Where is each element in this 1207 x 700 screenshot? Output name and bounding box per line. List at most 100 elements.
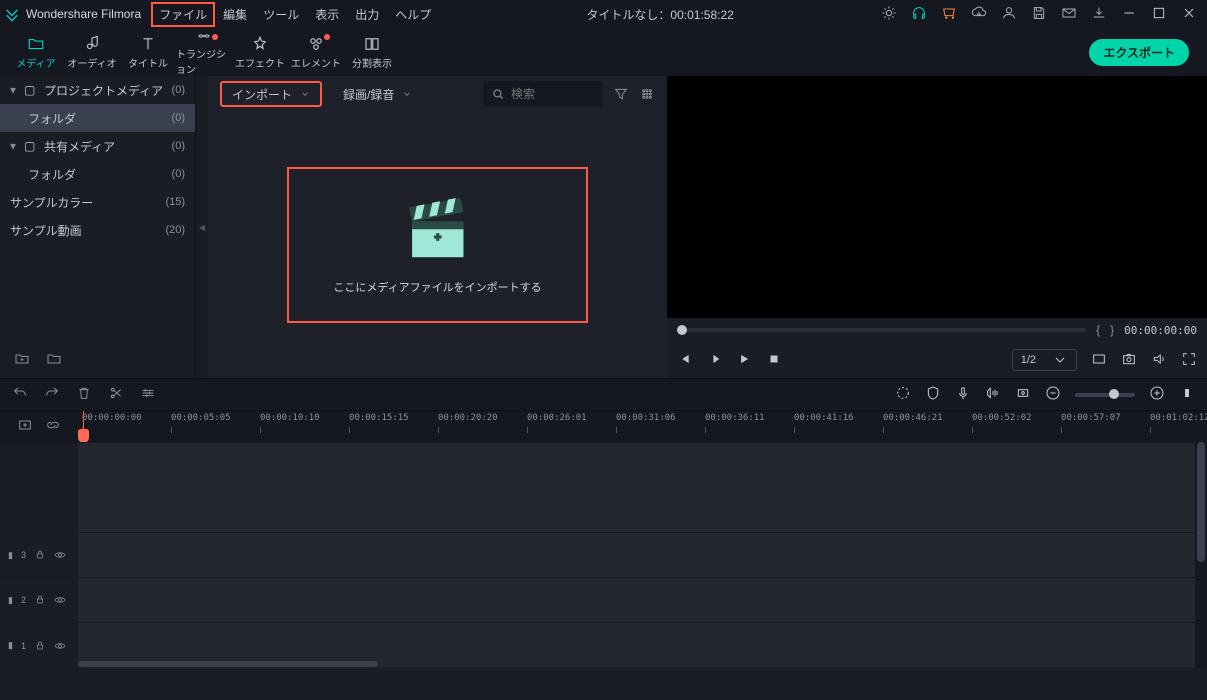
sidebar-folder-2[interactable]: フォルダ(0) — [0, 160, 195, 188]
timeline-vscroll[interactable] — [1195, 442, 1207, 668]
play-button[interactable] — [737, 352, 751, 369]
ruler-tick: 00:00:05:05 — [171, 413, 231, 423]
preview-quality-icon[interactable] — [1091, 351, 1107, 370]
snapshot-icon[interactable] — [1121, 351, 1137, 370]
timeline-toolbar — [0, 378, 1207, 410]
preview-timecode: 00:00:00:00 — [1124, 324, 1197, 337]
split-button[interactable] — [108, 385, 124, 404]
ruler-tick: 00:00:15:15 — [349, 413, 409, 423]
sidebar-shared-media[interactable]: ▾▢共有メディア(0) — [0, 132, 195, 160]
menu-view[interactable]: 表示 — [307, 2, 347, 27]
menu-file[interactable]: ファイル — [151, 2, 215, 27]
track-head-2[interactable]: ▮2 — [0, 577, 78, 622]
ruler-tick: 00:00:31:06 — [616, 413, 676, 423]
undo-button[interactable] — [12, 385, 28, 404]
play-pause-button[interactable] — [707, 352, 721, 369]
render-icon[interactable] — [895, 385, 911, 404]
new-folder-icon[interactable] — [14, 351, 30, 370]
track-head-1[interactable]: ▮1 — [0, 623, 78, 668]
app-name: Wondershare Filmora — [26, 7, 141, 21]
tab-title[interactable]: タイトル — [120, 28, 176, 76]
download-icon[interactable] — [1091, 5, 1107, 24]
settings-icon[interactable] — [140, 385, 156, 404]
cart-icon[interactable] — [941, 5, 957, 24]
audio-mixer-icon[interactable] — [985, 385, 1001, 404]
preview-scrub-track[interactable] — [677, 328, 1086, 332]
track-head-3[interactable]: ▮3 — [0, 532, 78, 577]
ruler-tick: 00:00:20:20 — [438, 413, 498, 423]
delete-button[interactable] — [76, 385, 92, 404]
user-icon[interactable] — [1001, 5, 1017, 24]
zoom-in-icon[interactable] — [1149, 385, 1165, 404]
window-minimize-icon[interactable] — [1121, 5, 1137, 24]
preview-panel: { } 00:00:00:00 1/2 — [667, 76, 1207, 378]
marker-shield-icon[interactable] — [925, 385, 941, 404]
headphones-icon[interactable] — [911, 5, 927, 24]
mark-in-button[interactable]: { — [1096, 323, 1100, 337]
menu-tool[interactable]: ツール — [255, 2, 307, 27]
menu-output[interactable]: 出力 — [347, 2, 387, 27]
ruler-tick: 00:00:52:02 — [972, 413, 1032, 423]
timeline-header: 00:00:00:0000:00:05:0500:00:10:1000:00:1… — [0, 410, 1207, 442]
timeline-zoom-slider[interactable] — [1075, 393, 1135, 397]
timeline-hscroll[interactable] — [78, 660, 1195, 668]
filter-icon[interactable] — [613, 86, 629, 102]
window-maximize-icon[interactable] — [1151, 5, 1167, 24]
menu-edit[interactable]: 編集 — [215, 2, 255, 27]
search-input[interactable] — [483, 81, 603, 107]
timeline-tracks: ▮3 ▮2 ▮1 — [0, 442, 1207, 668]
prev-frame-button[interactable] — [677, 352, 691, 369]
sidebar-folder[interactable]: フォルダ(0) — [0, 104, 195, 132]
save-icon[interactable] — [1031, 5, 1047, 24]
tab-audio[interactable]: オーディオ — [64, 28, 120, 76]
volume-icon[interactable] — [1151, 351, 1167, 370]
grid-view-icon[interactable] — [639, 86, 655, 102]
tab-media[interactable]: メディア — [8, 28, 64, 76]
ruler-tick: 00:00:00:00 — [82, 413, 142, 423]
window-close-icon[interactable] — [1181, 5, 1197, 24]
ruler-tick: 00:00:46:21 — [883, 413, 943, 423]
media-pane: インポート 録画/録音 ここにメディアファイルをインポートする — [208, 76, 667, 378]
tab-transition[interactable]: トランジション — [176, 28, 232, 76]
tab-effect[interactable]: エフェクト — [232, 28, 288, 76]
brightness-icon[interactable] — [881, 5, 897, 24]
title-bar: Wondershare Filmora ファイル 編集 ツール 表示 出力 ヘル… — [0, 0, 1207, 28]
playhead[interactable] — [83, 411, 84, 442]
voiceover-mic-icon[interactable] — [955, 385, 971, 404]
mark-out-button[interactable]: } — [1110, 323, 1114, 337]
import-dropdown[interactable]: インポート — [220, 81, 322, 107]
import-drop-zone[interactable]: ここにメディアファイルをインポートする — [287, 167, 587, 323]
timeline-ruler[interactable]: 00:00:00:0000:00:05:0500:00:10:1000:00:1… — [78, 411, 1207, 442]
record-dropdown[interactable]: 録画/録音 — [332, 81, 423, 107]
zoom-out-icon[interactable] — [1045, 385, 1061, 404]
media-sidebar: ▾▢プロジェクトメディア(0) フォルダ(0) ▾▢共有メディア(0) フォルダ… — [0, 76, 196, 378]
project-title-status: タイトルなし：00:01:58:22 — [439, 6, 881, 23]
sidebar-splitter[interactable]: ◂ — [196, 76, 208, 378]
redo-button[interactable] — [44, 385, 60, 404]
timeline-link-icon[interactable] — [45, 417, 61, 436]
folder-icon[interactable] — [46, 351, 62, 370]
track-lanes[interactable] — [78, 442, 1207, 668]
sidebar-project-media[interactable]: ▾▢プロジェクトメディア(0) — [0, 76, 195, 104]
track-lane-main[interactable] — [78, 442, 1195, 532]
menu-help[interactable]: ヘルプ — [387, 2, 439, 27]
track-lane-2[interactable] — [78, 577, 1195, 622]
tab-element[interactable]: エレメント — [288, 28, 344, 76]
clapperboard-icon — [397, 195, 477, 265]
cloud-download-icon[interactable] — [971, 5, 987, 24]
ruler-tick: 00:00:36:11 — [705, 413, 765, 423]
ruler-tick: 00:00:26:01 — [527, 413, 587, 423]
track-lane-3[interactable] — [78, 532, 1195, 577]
track-head-main[interactable] — [0, 442, 78, 532]
sidebar-sample-color[interactable]: サンプルカラー(15) — [0, 188, 195, 216]
keyframe-icon[interactable] — [1015, 385, 1031, 404]
fullscreen-icon[interactable] — [1181, 351, 1197, 370]
sidebar-sample-video[interactable]: サンプル動画(20) — [0, 216, 195, 244]
timeline-add-track-icon[interactable] — [17, 417, 33, 436]
mail-icon[interactable] — [1061, 5, 1077, 24]
preview-zoom-dropdown[interactable]: 1/2 — [1012, 349, 1077, 371]
stop-button[interactable] — [767, 352, 781, 369]
export-button[interactable]: エクスポート — [1089, 39, 1189, 66]
preview-screen[interactable] — [667, 76, 1207, 318]
tab-split-view[interactable]: 分割表示 — [344, 28, 400, 76]
